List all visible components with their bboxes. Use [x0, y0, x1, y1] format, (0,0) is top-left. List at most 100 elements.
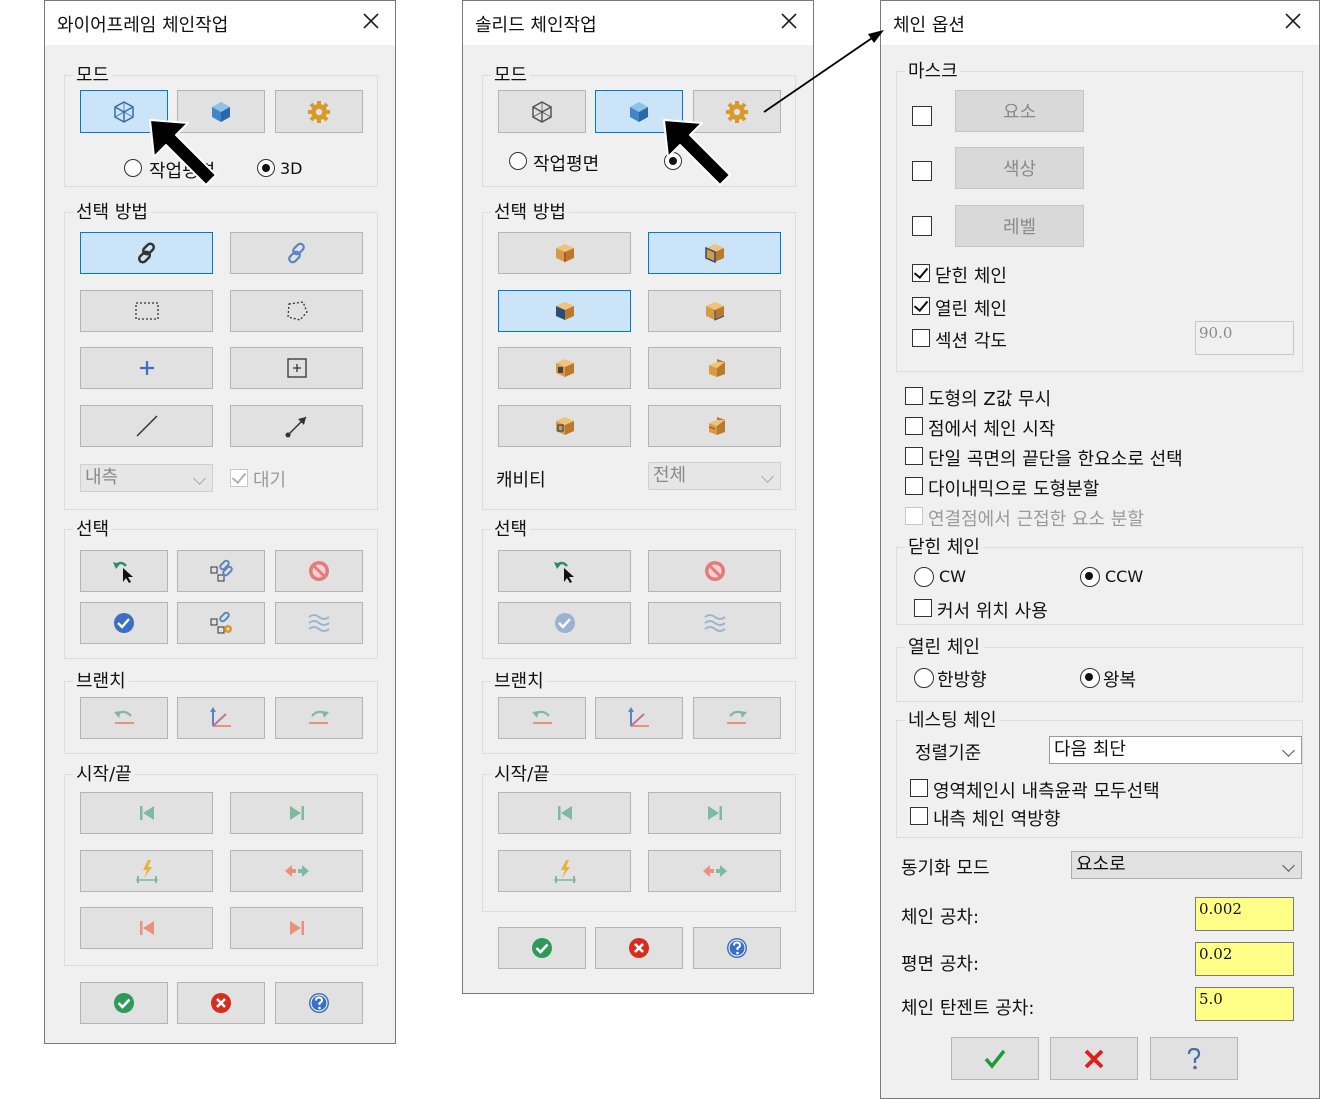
cavity-dropdown[interactable]: 전체	[648, 462, 781, 490]
branch-label: 브랜치	[73, 667, 129, 693]
branch-axis-button[interactable]	[177, 697, 265, 739]
reselect-button[interactable]	[80, 550, 168, 592]
section-angle-input[interactable]: 90.0	[1195, 321, 1294, 355]
help-button[interactable]	[1150, 1037, 1238, 1080]
box-dark-face-icon	[555, 302, 574, 320]
open-chain-mask-checkbox[interactable]	[912, 297, 930, 315]
workplane-radio[interactable]	[124, 159, 142, 177]
start-at-point-checkbox[interactable]	[905, 417, 923, 435]
level-mask-checkbox[interactable]	[912, 216, 932, 236]
partial-chain-button[interactable]	[230, 232, 363, 274]
question-icon	[1187, 1047, 1201, 1069]
feature-chain-button[interactable]	[275, 602, 363, 644]
cancel-button[interactable]	[595, 927, 683, 969]
end-chain-button[interactable]	[498, 602, 631, 644]
dynamic-button[interactable]	[498, 850, 631, 892]
options-button[interactable]	[275, 90, 363, 133]
sync-mode-dropdown[interactable]: 요소로	[1071, 851, 1302, 879]
solid-mode-button[interactable]	[595, 90, 683, 133]
cursor-position-checkbox[interactable]	[914, 599, 932, 617]
entity-mask-checkbox[interactable]	[912, 106, 932, 126]
options-button[interactable]	[693, 90, 781, 133]
sort-dropdown[interactable]: 다음 최단	[1049, 736, 1302, 764]
level-mask-button[interactable]: 레벨	[955, 205, 1084, 247]
ignore-z-checkbox[interactable]	[905, 387, 923, 405]
select-last-button[interactable]	[177, 550, 265, 592]
reselect-button[interactable]	[498, 550, 631, 592]
face-button[interactable]	[498, 290, 631, 332]
solid-mode-button[interactable]	[177, 90, 265, 133]
single-button[interactable]	[230, 347, 363, 389]
feature-chain-button[interactable]	[648, 602, 781, 644]
branch-forward-button[interactable]	[275, 697, 363, 739]
close-icon[interactable]	[779, 11, 799, 31]
color-mask-button[interactable]: 색상	[955, 147, 1084, 189]
plane-tolerance-input[interactable]: 0.02	[1195, 942, 1294, 976]
split-near-checkbox[interactable]	[905, 507, 923, 525]
close-icon[interactable]	[361, 11, 381, 31]
branch-back-button[interactable]	[80, 697, 168, 739]
wireframe-mode-button[interactable]	[498, 90, 586, 133]
dynamic-button[interactable]	[80, 850, 213, 892]
end-move-button[interactable]	[230, 792, 363, 834]
wait-checkbox[interactable]	[230, 469, 248, 487]
hole-button[interactable]	[498, 405, 631, 447]
dynamic-split-checkbox[interactable]	[905, 477, 923, 495]
end-chain-button[interactable]	[80, 602, 168, 644]
reverse-inner-checkbox[interactable]	[910, 807, 928, 825]
help-button[interactable]	[275, 982, 363, 1024]
entity-mask-button[interactable]: 요소	[955, 90, 1084, 132]
round-trip-radio[interactable]	[1080, 668, 1100, 688]
reverse-button[interactable]	[230, 850, 363, 892]
cancel-button[interactable]	[1050, 1037, 1138, 1080]
polygon-button[interactable]	[230, 290, 363, 332]
vector-arrow-button[interactable]	[230, 405, 363, 447]
area-button[interactable]	[80, 347, 213, 389]
vector-button[interactable]	[80, 405, 213, 447]
start-move-button[interactable]	[80, 792, 213, 834]
chain-tolerance-input[interactable]: 0.002	[1195, 897, 1294, 931]
edge-button[interactable]	[498, 232, 631, 274]
help-button[interactable]	[693, 927, 781, 969]
closed-chain-mask-checkbox[interactable]	[912, 264, 930, 282]
start-point-button[interactable]	[80, 907, 213, 949]
inside-dropdown[interactable]: 내측	[80, 464, 213, 492]
unselect-button[interactable]	[275, 550, 363, 592]
ok-button[interactable]	[951, 1037, 1039, 1080]
face-loop-button[interactable]	[648, 232, 781, 274]
reverse-button[interactable]	[648, 850, 781, 892]
ok-button[interactable]	[498, 927, 586, 969]
section-angle-checkbox[interactable]	[912, 329, 930, 347]
ok-button[interactable]	[80, 982, 168, 1024]
3d-radio[interactable]	[257, 159, 275, 177]
workplane-radio-label: 작업평면	[533, 154, 600, 175]
end-move-button[interactable]	[648, 792, 781, 834]
tangent-tolerance-input[interactable]: 5.0	[1195, 987, 1294, 1021]
cancel-button[interactable]	[177, 982, 265, 1024]
chain-button[interactable]	[80, 232, 213, 274]
chain-options-button[interactable]	[177, 602, 265, 644]
workplane-radio[interactable]	[509, 152, 527, 170]
one-way-radio[interactable]	[914, 668, 934, 688]
end-point-button[interactable]	[230, 907, 363, 949]
branch-forward-button[interactable]	[693, 697, 781, 739]
pocket-button[interactable]	[498, 347, 631, 389]
color-mask-checkbox[interactable]	[912, 161, 932, 181]
cw-radio[interactable]	[914, 567, 934, 587]
start-move-button[interactable]	[498, 792, 631, 834]
wireframe-mode-button[interactable]	[80, 90, 168, 133]
window-button[interactable]	[80, 290, 213, 332]
unselect-button[interactable]	[648, 550, 781, 592]
solid-face-button[interactable]	[648, 290, 781, 332]
end-face-button[interactable]	[648, 405, 781, 447]
check-circle-icon	[114, 993, 134, 1013]
3d-radio[interactable]	[664, 152, 682, 170]
single-surface-checkbox[interactable]	[905, 447, 923, 465]
ccw-radio[interactable]	[1080, 567, 1100, 587]
select-all-inner-checkbox[interactable]	[910, 779, 928, 797]
3d-radio-label: 3D	[280, 159, 303, 178]
branch-back-button[interactable]	[498, 697, 586, 739]
feature-button[interactable]	[648, 347, 781, 389]
close-icon[interactable]	[1283, 11, 1303, 31]
branch-axis-button[interactable]	[595, 697, 683, 739]
